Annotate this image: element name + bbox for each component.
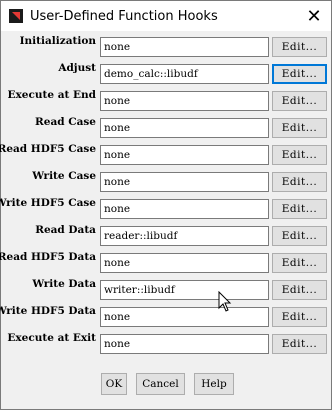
edit-button[interactable]: Edit... (272, 334, 327, 354)
hook-label: Read Data (35, 224, 96, 236)
hook-value-field[interactable]: reader::libudf (100, 226, 269, 246)
edit-button[interactable]: Edit... (272, 118, 327, 138)
dialog-actions: OK Cancel Help (1, 373, 331, 395)
edit-button[interactable]: Edit... (272, 199, 327, 219)
edit-button[interactable]: Edit... (272, 307, 327, 327)
hook-label: Write HDF5 Data (0, 305, 96, 317)
hook-value-field[interactable]: none (100, 253, 269, 273)
hooks-list: Initialization none Edit... Adjust demo_… (0, 33, 331, 357)
hook-label: Read HDF5 Case (0, 143, 96, 155)
hook-row-execute-at-end: Execute at End none Edit... (1, 87, 331, 114)
hook-row-write-hdf5-case: Write HDF5 Case none Edit... (0, 195, 331, 222)
hook-label: Write Data (32, 278, 96, 290)
hook-label: Initialization (19, 35, 96, 47)
hook-label: Read Case (35, 116, 96, 128)
close-button[interactable]: ✕ (297, 1, 331, 31)
edit-button[interactable]: Edit... (272, 64, 327, 84)
title-bar: User-Defined Function Hooks ✕ (1, 1, 331, 31)
hook-row-write-case: Write Case none Edit... (1, 168, 331, 195)
hook-row-read-hdf5-case: Read HDF5 Case none Edit... (0, 141, 331, 168)
cancel-button[interactable]: Cancel (136, 373, 185, 395)
mouse-pointer-icon (218, 291, 232, 312)
hook-value-field[interactable]: none (100, 172, 269, 192)
hook-row-write-data: Write Data writer::libudf Edit... (1, 276, 331, 303)
help-button[interactable]: Help (194, 373, 234, 395)
hook-value-field[interactable]: none (100, 91, 269, 111)
hook-row-initialization: Initialization none Edit... (1, 33, 331, 60)
hook-label: Write Case (32, 170, 96, 182)
hook-value-field[interactable]: none (100, 145, 269, 165)
hook-label: Execute at Exit (7, 332, 96, 344)
hook-value-field[interactable]: none (100, 334, 269, 354)
edit-button[interactable]: Edit... (272, 91, 327, 111)
hook-value-field[interactable]: none (100, 307, 269, 327)
edit-button[interactable]: Edit... (272, 37, 327, 57)
hook-row-read-case: Read Case none Edit... (1, 114, 331, 141)
window-title: User-Defined Function Hooks (30, 8, 218, 24)
edit-button[interactable]: Edit... (272, 145, 327, 165)
hook-label: Write HDF5 Case (0, 197, 96, 209)
hook-row-write-hdf5-data: Write HDF5 Data none Edit... (0, 303, 331, 330)
edit-button[interactable]: Edit... (272, 280, 327, 300)
hook-value-field[interactable]: none (100, 199, 269, 219)
hook-label: Read HDF5 Data (0, 251, 96, 263)
hook-value-field[interactable]: none (100, 37, 269, 57)
hook-value-field[interactable]: none (100, 118, 269, 138)
hook-value-field[interactable]: demo_calc::libudf (100, 64, 269, 84)
hook-value-field[interactable]: writer::libudf (100, 280, 269, 300)
edit-button[interactable]: Edit... (272, 226, 327, 246)
hook-row-execute-at-exit: Execute at Exit none Edit... (1, 330, 331, 357)
hook-row-adjust: Adjust demo_calc::libudf Edit... (1, 60, 331, 87)
hook-label: Execute at End (7, 89, 96, 101)
edit-button[interactable]: Edit... (272, 253, 327, 273)
hook-row-read-data: Read Data reader::libudf Edit... (1, 222, 331, 249)
hook-row-read-hdf5-data: Read HDF5 Data none Edit... (0, 249, 331, 276)
ok-button[interactable]: OK (101, 373, 127, 395)
edit-button[interactable]: Edit... (272, 172, 327, 192)
udf-hooks-dialog: User-Defined Function Hooks ✕ Initializa… (0, 0, 332, 410)
hook-label: Adjust (58, 62, 96, 74)
app-icon (9, 9, 23, 23)
